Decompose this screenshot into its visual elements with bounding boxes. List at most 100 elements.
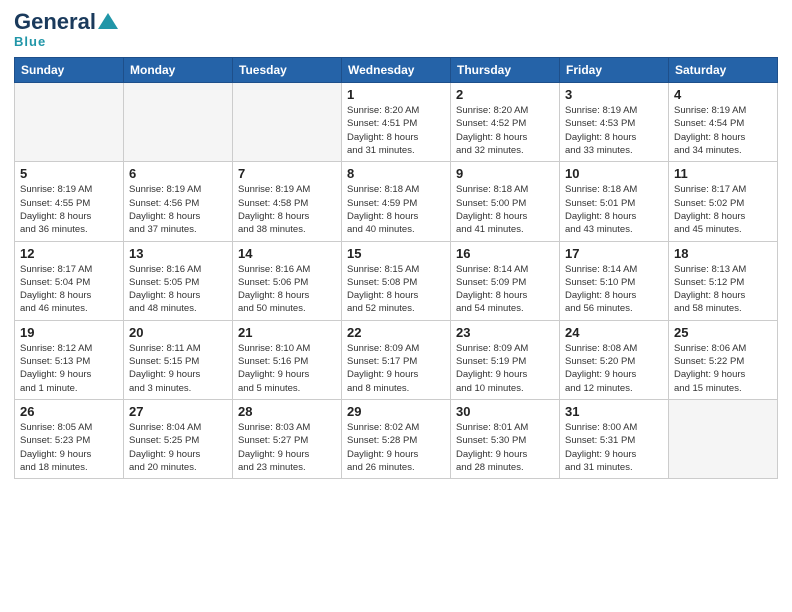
calendar-header-sunday: Sunday — [15, 58, 124, 83]
calendar-header-tuesday: Tuesday — [233, 58, 342, 83]
calendar-cell-w4d6 — [669, 399, 778, 478]
calendar: SundayMondayTuesdayWednesdayThursdayFrid… — [14, 57, 778, 479]
day-number: 24 — [565, 325, 663, 340]
calendar-cell-w3d4: 23Sunrise: 8:09 AM Sunset: 5:19 PM Dayli… — [451, 320, 560, 399]
day-info: Sunrise: 8:19 AM Sunset: 4:54 PM Dayligh… — [674, 104, 772, 157]
calendar-week-4: 26 Sunrise: 8:05 AM Sunset: 5:23 PM Dayli… — [15, 399, 778, 478]
calendar-cell-w2d4: 16 Sunrise: 8:14 AM Sunset: 5:09 PM Dayli… — [451, 241, 560, 320]
day-info: Sunrise: 8:18 AM Sunset: 5:00 PM Dayligh… — [456, 183, 554, 236]
day-number: 6 — [129, 166, 227, 181]
day-number: 30 — [456, 404, 554, 419]
calendar-cell-w2d6: 18Sunrise: 8:13 AM Sunset: 5:12 PM Dayli… — [669, 241, 778, 320]
calendar-cell-w3d6: 25 Sunrise: 8:06 AM Sunset: 5:22 PM Dayli… — [669, 320, 778, 399]
day-number: 20 — [129, 325, 227, 340]
logo-general: General — [14, 10, 96, 34]
calendar-cell-w1d4: 9 Sunrise: 8:18 AM Sunset: 5:00 PM Daylig… — [451, 162, 560, 241]
day-number: 16 — [456, 246, 554, 261]
calendar-cell-w4d2: 28Sunrise: 8:03 AM Sunset: 5:27 PM Dayli… — [233, 399, 342, 478]
calendar-cell-w2d3: 15 Sunrise: 8:15 AM Sunset: 5:08 PM Dayli… — [342, 241, 451, 320]
calendar-cell-w3d5: 24 Sunrise: 8:08 AM Sunset: 5:20 PM Dayli… — [560, 320, 669, 399]
day-info: Sunrise: 8:09 AM Sunset: 5:19 PM Dayligh… — [456, 342, 554, 395]
calendar-cell-w1d3: 8 Sunrise: 8:18 AM Sunset: 4:59 PM Daylig… — [342, 162, 451, 241]
logo-blue: Blue — [14, 34, 46, 49]
calendar-cell-w1d6: 11 Sunrise: 8:17 AM Sunset: 5:02 PM Dayli… — [669, 162, 778, 241]
calendar-header-row: SundayMondayTuesdayWednesdayThursdayFrid… — [15, 58, 778, 83]
day-info: Sunrise: 8:17 AM Sunset: 5:02 PM Dayligh… — [674, 183, 772, 236]
day-info: Sunrise: 8:00 AM Sunset: 5:31 PM Dayligh… — [565, 421, 663, 474]
logo-triangle-icon — [97, 11, 119, 31]
calendar-cell-w1d1: 6 Sunrise: 8:19 AM Sunset: 4:56 PM Daylig… — [124, 162, 233, 241]
calendar-cell-w2d0: 12 Sunrise: 8:17 AM Sunset: 5:04 PM Dayli… — [15, 241, 124, 320]
calendar-cell-w2d5: 17 Sunrise: 8:14 AM Sunset: 5:10 PM Dayli… — [560, 241, 669, 320]
calendar-week-2: 12 Sunrise: 8:17 AM Sunset: 5:04 PM Dayli… — [15, 241, 778, 320]
day-number: 5 — [20, 166, 118, 181]
day-info: Sunrise: 8:04 AM Sunset: 5:25 PM Dayligh… — [129, 421, 227, 474]
calendar-cell-w2d1: 13 Sunrise: 8:16 AM Sunset: 5:05 PM Dayli… — [124, 241, 233, 320]
day-number: 9 — [456, 166, 554, 181]
day-number: 31 — [565, 404, 663, 419]
day-info: Sunrise: 8:20 AM Sunset: 4:52 PM Dayligh… — [456, 104, 554, 157]
calendar-header-monday: Monday — [124, 58, 233, 83]
day-info: Sunrise: 8:08 AM Sunset: 5:20 PM Dayligh… — [565, 342, 663, 395]
day-info: Sunrise: 8:20 AM Sunset: 4:51 PM Dayligh… — [347, 104, 445, 157]
logo: General Blue — [14, 10, 119, 49]
calendar-cell-w0d0 — [15, 83, 124, 162]
page: General Blue SundayMondayTuesdayWednesda… — [0, 0, 792, 612]
calendar-cell-w0d4: 2 Sunrise: 8:20 AM Sunset: 4:52 PM Daylig… — [451, 83, 560, 162]
calendar-cell-w0d1 — [124, 83, 233, 162]
day-info: Sunrise: 8:16 AM Sunset: 5:05 PM Dayligh… — [129, 263, 227, 316]
calendar-cell-w3d3: 22 Sunrise: 8:09 AM Sunset: 5:17 PM Dayli… — [342, 320, 451, 399]
day-info: Sunrise: 8:01 AM Sunset: 5:30 PM Dayligh… — [456, 421, 554, 474]
day-info: Sunrise: 8:06 AM Sunset: 5:22 PM Dayligh… — [674, 342, 772, 395]
day-number: 10 — [565, 166, 663, 181]
calendar-cell-w2d2: 14Sunrise: 8:16 AM Sunset: 5:06 PM Dayli… — [233, 241, 342, 320]
day-number: 19 — [20, 325, 118, 340]
day-info: Sunrise: 8:14 AM Sunset: 5:09 PM Dayligh… — [456, 263, 554, 316]
calendar-header-friday: Friday — [560, 58, 669, 83]
day-number: 15 — [347, 246, 445, 261]
day-number: 3 — [565, 87, 663, 102]
header: General Blue — [14, 10, 778, 49]
calendar-header-saturday: Saturday — [669, 58, 778, 83]
day-info: Sunrise: 8:17 AM Sunset: 5:04 PM Dayligh… — [20, 263, 118, 316]
day-info: Sunrise: 8:12 AM Sunset: 5:13 PM Dayligh… — [20, 342, 118, 395]
calendar-cell-w4d1: 27 Sunrise: 8:04 AM Sunset: 5:25 PM Dayli… — [124, 399, 233, 478]
day-number: 29 — [347, 404, 445, 419]
day-number: 4 — [674, 87, 772, 102]
day-number: 27 — [129, 404, 227, 419]
day-number: 7 — [238, 166, 336, 181]
calendar-cell-w4d5: 31 Sunrise: 8:00 AM Sunset: 5:31 PM Dayli… — [560, 399, 669, 478]
day-number: 18 — [674, 246, 772, 261]
day-info: Sunrise: 8:15 AM Sunset: 5:08 PM Dayligh… — [347, 263, 445, 316]
day-number: 2 — [456, 87, 554, 102]
day-info: Sunrise: 8:10 AM Sunset: 5:16 PM Dayligh… — [238, 342, 336, 395]
day-number: 22 — [347, 325, 445, 340]
day-info: Sunrise: 8:02 AM Sunset: 5:28 PM Dayligh… — [347, 421, 445, 474]
day-number: 11 — [674, 166, 772, 181]
day-info: Sunrise: 8:14 AM Sunset: 5:10 PM Dayligh… — [565, 263, 663, 316]
calendar-cell-w1d5: 10Sunrise: 8:18 AM Sunset: 5:01 PM Dayli… — [560, 162, 669, 241]
calendar-cell-w4d4: 30 Sunrise: 8:01 AM Sunset: 5:30 PM Dayli… — [451, 399, 560, 478]
day-number: 13 — [129, 246, 227, 261]
day-number: 12 — [20, 246, 118, 261]
day-info: Sunrise: 8:19 AM Sunset: 4:58 PM Dayligh… — [238, 183, 336, 236]
day-info: Sunrise: 8:16 AM Sunset: 5:06 PM Dayligh… — [238, 263, 336, 316]
day-info: Sunrise: 8:11 AM Sunset: 5:15 PM Dayligh… — [129, 342, 227, 395]
calendar-cell-w1d2: 7 Sunrise: 8:19 AM Sunset: 4:58 PM Daylig… — [233, 162, 342, 241]
day-number: 8 — [347, 166, 445, 181]
day-info: Sunrise: 8:19 AM Sunset: 4:55 PM Dayligh… — [20, 183, 118, 236]
calendar-week-0: 1 Sunrise: 8:20 AM Sunset: 4:51 PM Daylig… — [15, 83, 778, 162]
day-number: 1 — [347, 87, 445, 102]
day-number: 17 — [565, 246, 663, 261]
day-number: 25 — [674, 325, 772, 340]
day-info: Sunrise: 8:09 AM Sunset: 5:17 PM Dayligh… — [347, 342, 445, 395]
day-info: Sunrise: 8:03 AM Sunset: 5:27 PM Dayligh… — [238, 421, 336, 474]
calendar-cell-w4d3: 29 Sunrise: 8:02 AM Sunset: 5:28 PM Dayli… — [342, 399, 451, 478]
day-number: 26 — [20, 404, 118, 419]
day-info: Sunrise: 8:05 AM Sunset: 5:23 PM Dayligh… — [20, 421, 118, 474]
calendar-cell-w3d1: 20 Sunrise: 8:11 AM Sunset: 5:15 PM Dayli… — [124, 320, 233, 399]
day-info: Sunrise: 8:18 AM Sunset: 4:59 PM Dayligh… — [347, 183, 445, 236]
calendar-cell-w0d6: 4 Sunrise: 8:19 AM Sunset: 4:54 PM Daylig… — [669, 83, 778, 162]
day-info: Sunrise: 8:19 AM Sunset: 4:53 PM Dayligh… — [565, 104, 663, 157]
day-info: Sunrise: 8:19 AM Sunset: 4:56 PM Dayligh… — [129, 183, 227, 236]
